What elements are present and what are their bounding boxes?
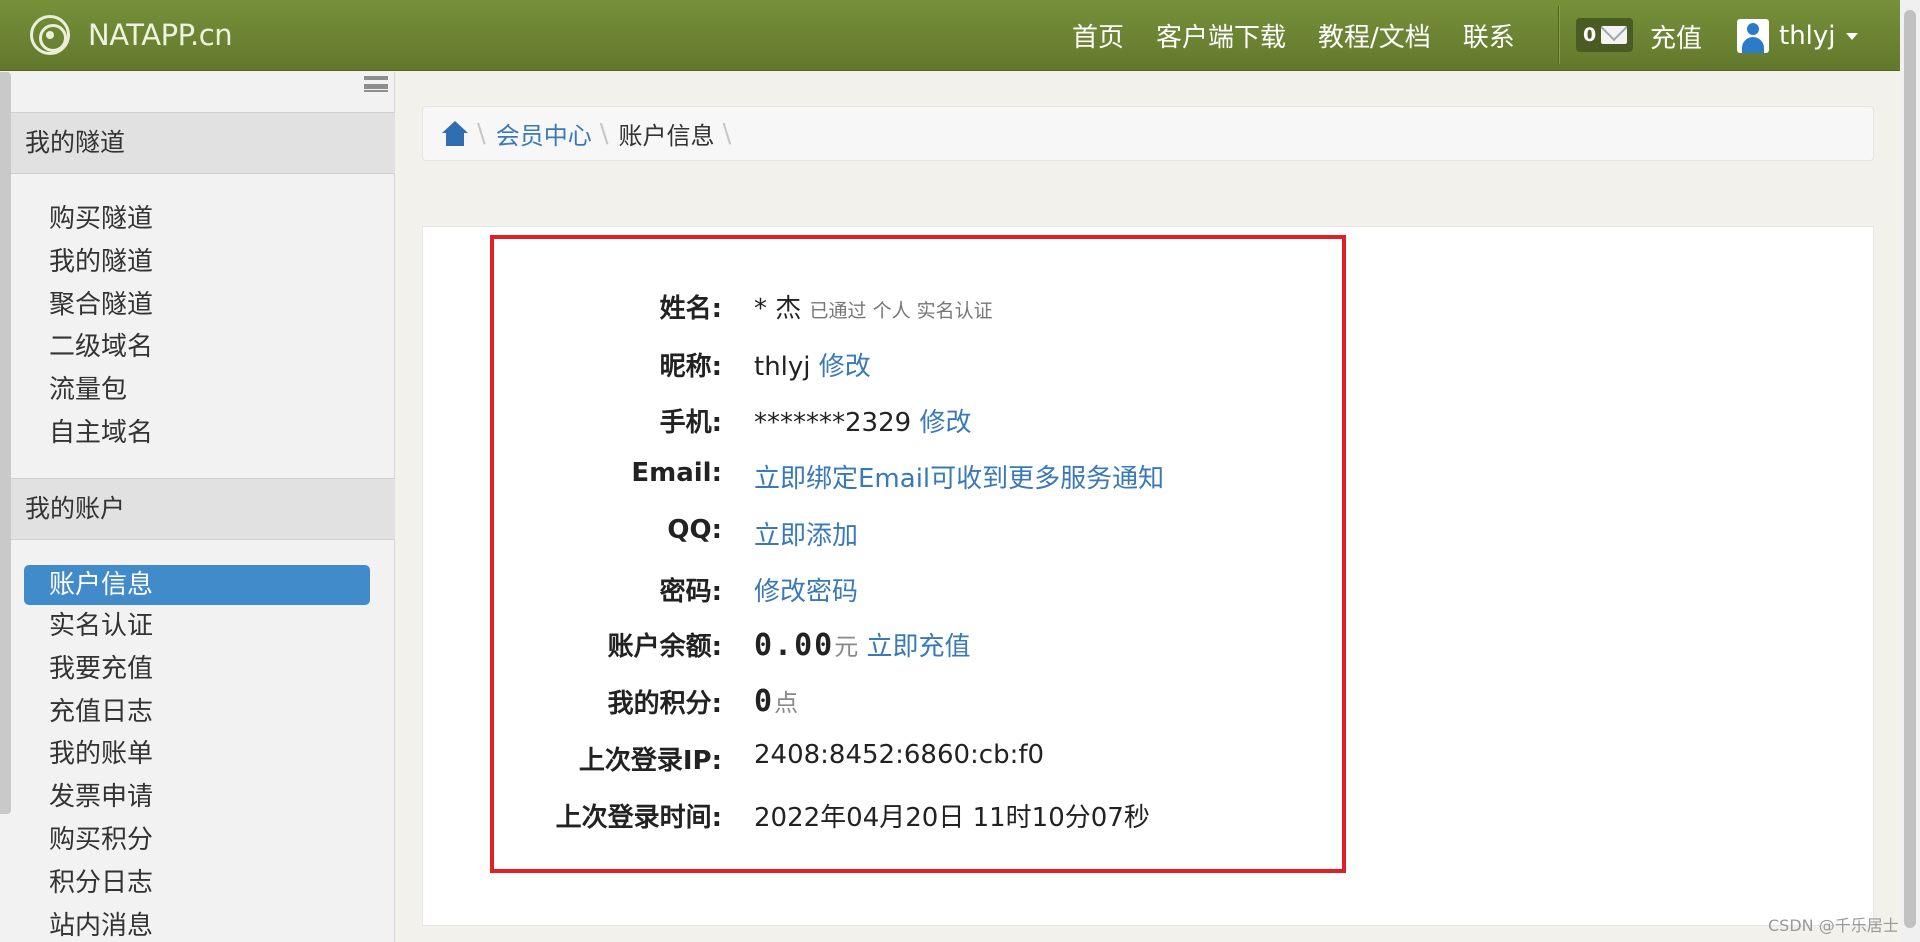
row-balance: 账户余额: 0.00元 立即充值 xyxy=(0,626,1920,666)
breadcrumb-separator: \ xyxy=(599,118,609,149)
edit-phone-link[interactable]: 修改 xyxy=(919,408,971,438)
recharge-link[interactable]: 充值 xyxy=(1650,18,1702,55)
bind-email-link[interactable]: 立即绑定Email可收到更多服务通知 xyxy=(754,458,1164,495)
row-points: 我的积分: 0点 xyxy=(0,683,1920,723)
nav-divider xyxy=(1558,6,1559,64)
last-login-time-value: 2022年04月20日 11时10分07秒 xyxy=(754,803,1150,833)
nickname-value-group: thlyj 修改 xyxy=(754,346,871,383)
change-password-link[interactable]: 修改密码 xyxy=(754,571,858,608)
envelope-icon xyxy=(1601,26,1628,44)
row-phone: 手机: *******2329 修改 xyxy=(0,402,1920,442)
row-last-login-time: 上次登录时间: 2022年04月20日 11时10分07秒 xyxy=(0,797,1920,837)
user-menu[interactable]: thlyj xyxy=(1737,18,1858,54)
balance-unit: 元 xyxy=(834,633,859,661)
points-label: 我的积分: xyxy=(607,689,722,719)
nav-link-download[interactable]: 客户端下载 xyxy=(1156,17,1286,54)
nav-link-home[interactable]: 首页 xyxy=(1072,17,1124,54)
verification-note: 已通过 个人 实名认证 xyxy=(809,300,993,322)
row-last-ip: 上次登录IP: 2408:8452:6860:cb:f0 xyxy=(0,740,1920,780)
watermark: CSDN @千乐居士 xyxy=(1768,916,1899,935)
message-count: 0 xyxy=(1583,24,1597,46)
points-value: 0 xyxy=(754,684,775,719)
breadcrumb-separator: \ xyxy=(477,118,486,149)
sidebar-item-buy-tunnel[interactable]: 购买隧道 xyxy=(24,198,370,241)
recharge-now-link[interactable]: 立即充值 xyxy=(867,632,971,662)
logo-icon xyxy=(30,15,70,55)
page-scrollbar[interactable] xyxy=(1900,0,1920,942)
messages-button[interactable]: 0 xyxy=(1576,18,1633,52)
sidebar-collapse-icon[interactable] xyxy=(364,76,388,92)
breadcrumb-current: 账户信息 xyxy=(618,122,715,150)
nickname-label: 昵称: xyxy=(659,352,722,382)
user-icon xyxy=(1737,19,1769,53)
breadcrumb: \ 会员中心 \ 账户信息 \ xyxy=(422,106,1874,161)
name-value: * 杰 xyxy=(754,294,802,324)
sidebar-header-tunnels[interactable]: 我的隧道 xyxy=(11,112,395,174)
points-value-group: 0点 xyxy=(754,683,798,719)
home-icon[interactable] xyxy=(441,120,469,147)
breadcrumb-member-center[interactable]: 会员中心 xyxy=(496,116,592,151)
nickname-value: thlyj xyxy=(754,352,811,382)
row-password: 密码: 修改密码 xyxy=(0,571,1920,611)
row-email: Email: 立即绑定Email可收到更多服务通知 xyxy=(0,458,1920,498)
edit-nickname-link[interactable]: 修改 xyxy=(819,352,871,382)
qq-label: QQ: xyxy=(667,515,722,545)
user-name: thlyj xyxy=(1779,21,1836,51)
row-nickname: 昵称: thlyj 修改 xyxy=(0,346,1920,386)
phone-value-group: *******2329 修改 xyxy=(754,402,971,439)
brand[interactable]: NATAPP.cn xyxy=(30,14,233,56)
balance-value-group: 0.00元 立即充值 xyxy=(754,626,971,663)
balance-label: 账户余额: xyxy=(607,632,722,662)
row-qq: QQ: 立即添加 xyxy=(0,515,1920,555)
sidebar-item-points-log[interactable]: 积分日志 xyxy=(24,862,370,905)
nav-link-docs[interactable]: 教程/文档 xyxy=(1318,17,1431,54)
points-unit: 点 xyxy=(774,689,799,717)
last-ip-label: 上次登录IP: xyxy=(578,746,722,776)
last-login-time-label: 上次登录时间: xyxy=(555,803,722,833)
password-label: 密码: xyxy=(659,577,722,607)
top-navbar: NATAPP.cn 首页 客户端下载 教程/文档 联系 0 充值 thlyj xyxy=(0,0,1900,71)
page-scrollbar-thumb[interactable] xyxy=(1904,10,1916,928)
name-value-group: * 杰 已通过 个人 实名认证 xyxy=(754,288,993,325)
nav-links: 首页 客户端下载 教程/文档 联系 xyxy=(1072,0,1547,71)
sidebar-item-my-tunnels[interactable]: 我的隧道 xyxy=(24,241,370,284)
name-label: 姓名: xyxy=(659,294,722,324)
sidebar-item-messages[interactable]: 站内消息 xyxy=(24,905,370,942)
add-qq-link[interactable]: 立即添加 xyxy=(754,515,858,552)
phone-value: *******2329 xyxy=(754,408,912,438)
last-ip-value: 2408:8452:6860:cb:f0 xyxy=(754,740,1045,770)
nav-link-contact[interactable]: 联系 xyxy=(1463,17,1515,54)
phone-label: 手机: xyxy=(659,408,722,438)
email-label: Email: xyxy=(631,458,722,488)
row-name: 姓名: * 杰 已通过 个人 实名认证 xyxy=(0,288,1920,328)
caret-down-icon xyxy=(1845,32,1858,40)
balance-value: 0.00 xyxy=(754,628,835,663)
brand-name: NATAPP.cn xyxy=(88,18,233,52)
breadcrumb-separator: \ xyxy=(722,118,732,149)
